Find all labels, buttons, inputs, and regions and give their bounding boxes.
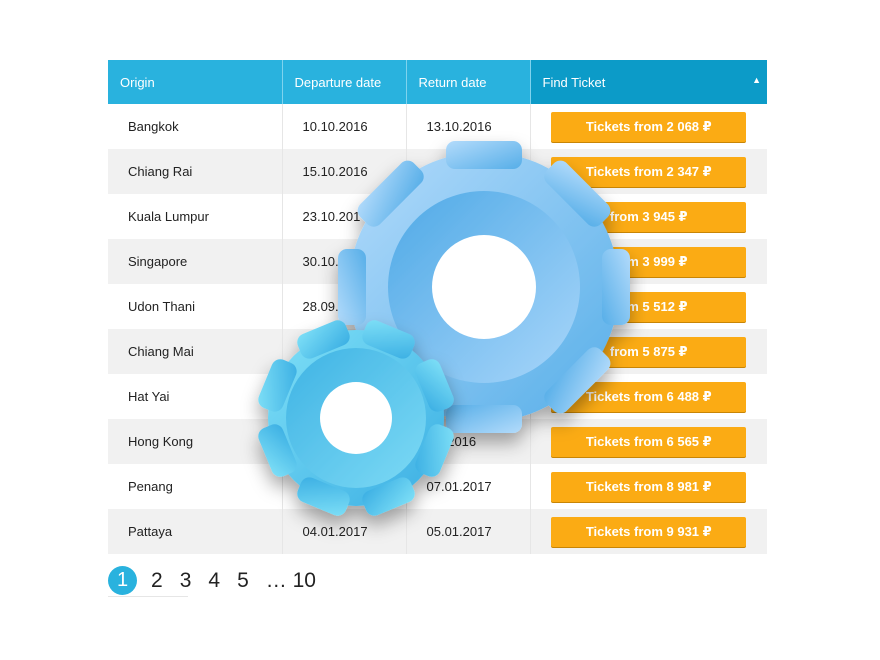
ticket-cell: Tickets from 2 347 ₽ <box>530 149 767 194</box>
return-cell <box>406 149 531 194</box>
pagination: 1 2 3 4 5 … 10 <box>108 566 316 597</box>
table-row: Chiang Mai from 5 875 ₽ <box>108 329 767 374</box>
return-cell: .11.2016 <box>406 419 531 464</box>
table-row: Kuala Lumpur 23.10.201 from 3 945 ₽ <box>108 194 767 239</box>
return-cell <box>406 194 531 239</box>
table-row: Hat Yai 10.2016 Tickets from 6 488 ₽ <box>108 374 767 419</box>
origin-cell: Bangkok <box>108 104 283 149</box>
origin-cell: Chiang Mai <box>108 329 283 374</box>
find-ticket-button[interactable]: from 5 512 ₽ <box>551 291 747 322</box>
departure-cell: 10.2016 <box>282 374 407 419</box>
origin-cell: Singapore <box>108 239 283 284</box>
find-ticket-button[interactable]: from 3 999 ₽ <box>551 246 747 277</box>
page-link-2[interactable]: 2 <box>151 569 163 593</box>
origin-cell: Hong Kong <box>108 419 283 464</box>
ticket-cell: from 3 999 ₽ <box>530 239 767 284</box>
origin-cell: Hat Yai <box>108 374 283 419</box>
page-link-3[interactable]: 3 <box>180 569 192 593</box>
find-ticket-button[interactable]: Tickets from 8 981 ₽ <box>551 471 747 502</box>
departure-cell: 15.10.2016 <box>282 149 407 194</box>
ticket-cell: Tickets from 6 488 ₽ <box>530 374 767 419</box>
origin-cell: Kuala Lumpur <box>108 194 283 239</box>
table-row: Pattaya 04.01.2017 05.01.2017 Tickets fr… <box>108 509 767 554</box>
return-cell: .11.2016 <box>406 239 531 284</box>
find-ticket-button[interactable]: Tickets from 2 347 ₽ <box>551 156 747 187</box>
departure-cell: 10.10.2016 <box>282 104 407 149</box>
ticket-cell: Tickets from 8 981 ₽ <box>530 464 767 509</box>
ticket-cell: from 3 945 ₽ <box>530 194 767 239</box>
origin-cell: Pattaya <box>108 509 283 554</box>
table-row: Udon Thani 28.09. 0.09.2016 from 5 512 ₽ <box>108 284 767 329</box>
page-link-last[interactable]: … 10 <box>266 569 316 593</box>
page-link-1[interactable]: 1 <box>108 566 137 595</box>
departure-cell <box>282 329 407 374</box>
find-ticket-button[interactable]: Tickets from 9 931 ₽ <box>551 516 747 547</box>
origin-cell: Penang <box>108 464 283 509</box>
table-row: Penang 07.01.2017 Tickets from 8 981 ₽ <box>108 464 767 509</box>
departure-cell: 23.10.201 <box>282 194 407 239</box>
departure-cell: 04.01.2017 <box>282 509 407 554</box>
departure-cell <box>282 464 407 509</box>
departure-cell: 30.10. <box>282 239 407 284</box>
column-header-find-ticket[interactable]: Find Ticket ▲ <box>530 60 767 104</box>
departure-cell: 11.2016 <box>282 419 407 464</box>
sort-ascending-icon[interactable]: ▲ <box>752 75 761 85</box>
find-ticket-button[interactable]: from 3 945 ₽ <box>551 201 747 232</box>
ticket-cell: Tickets from 6 565 ₽ <box>530 419 767 464</box>
origin-cell: Chiang Rai <box>108 149 283 194</box>
ticket-cell: from 5 875 ₽ <box>530 329 767 374</box>
column-header-find-ticket-label: Find Ticket <box>542 74 606 90</box>
column-header-departure-date[interactable]: Departure date <box>282 60 407 104</box>
column-header-return-date[interactable]: Return date <box>406 60 531 104</box>
column-header-origin[interactable]: Origin <box>108 60 283 104</box>
ticket-cell: from 5 512 ₽ <box>530 284 767 329</box>
flights-table: Origin Departure date Return date Find T… <box>108 60 767 554</box>
page-link-5[interactable]: 5 <box>237 569 249 593</box>
return-cell <box>406 329 531 374</box>
ticket-cell: Tickets from 9 931 ₽ <box>530 509 767 554</box>
table-row: Hong Kong 11.2016 .11.2016 Tickets from … <box>108 419 767 464</box>
flights-table-container: Origin Departure date Return date Find T… <box>108 60 767 554</box>
return-cell: 13.10.2016 <box>406 104 531 149</box>
origin-cell: Udon Thani <box>108 284 283 329</box>
find-ticket-button[interactable]: from 5 875 ₽ <box>551 336 747 367</box>
find-ticket-button[interactable]: Tickets from 2 068 ₽ <box>551 111 747 142</box>
table-row: Chiang Rai 15.10.2016 Tickets from 2 347… <box>108 149 767 194</box>
table-header-row: Origin Departure date Return date Find T… <box>108 60 767 104</box>
return-cell: 0.09.2016 <box>406 284 531 329</box>
return-cell: 05.01.2017 <box>406 509 531 554</box>
find-ticket-button[interactable]: Tickets from 6 565 ₽ <box>551 426 747 457</box>
departure-cell: 28.09. <box>282 284 407 329</box>
table-row: Singapore 30.10. .11.2016 from 3 999 ₽ <box>108 239 767 284</box>
page-link-4[interactable]: 4 <box>208 569 220 593</box>
ticket-cell: Tickets from 2 068 ₽ <box>530 104 767 149</box>
return-cell: 07.01.2017 <box>406 464 531 509</box>
table-row: Bangkok 10.10.2016 13.10.2016 Tickets fr… <box>108 104 767 149</box>
find-ticket-button[interactable]: Tickets from 6 488 ₽ <box>551 381 747 412</box>
return-cell <box>406 374 531 419</box>
